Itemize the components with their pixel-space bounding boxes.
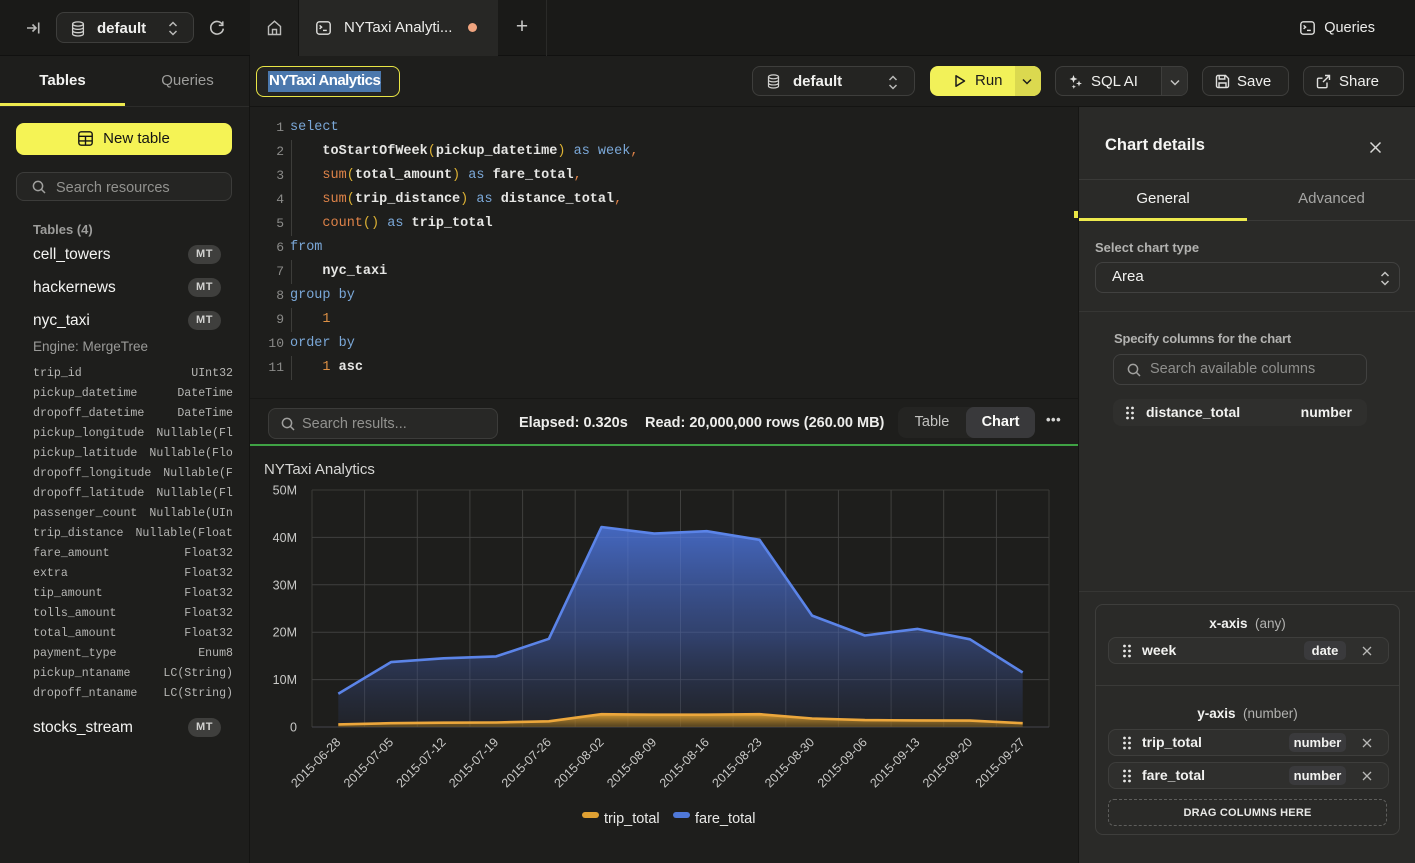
svg-text:20M: 20M	[273, 626, 297, 640]
svg-text:2015-09-20: 2015-09-20	[920, 735, 975, 790]
svg-text:0: 0	[290, 721, 297, 735]
svg-text:40M: 40M	[273, 531, 297, 545]
svg-text:2015-07-05: 2015-07-05	[341, 735, 396, 790]
svg-text:2015-08-02: 2015-08-02	[552, 735, 607, 790]
svg-text:trip_total: trip_total	[604, 811, 660, 827]
svg-text:2015-09-06: 2015-09-06	[815, 735, 870, 790]
svg-text:2015-06-28: 2015-06-28	[288, 735, 343, 790]
svg-text:NYTaxi Analytics: NYTaxi Analytics	[264, 461, 375, 478]
svg-text:30M: 30M	[273, 578, 297, 592]
svg-text:2015-09-13: 2015-09-13	[867, 735, 922, 790]
svg-text:2015-07-12: 2015-07-12	[394, 735, 449, 790]
svg-text:2015-08-16: 2015-08-16	[657, 735, 712, 790]
svg-text:2015-07-19: 2015-07-19	[446, 735, 501, 790]
svg-text:10M: 10M	[273, 673, 297, 687]
svg-text:2015-08-30: 2015-08-30	[762, 735, 817, 790]
svg-text:50M: 50M	[273, 484, 297, 498]
svg-text:2015-08-09: 2015-08-09	[604, 735, 659, 790]
svg-text:fare_total: fare_total	[695, 811, 755, 827]
svg-text:2015-08-23: 2015-08-23	[710, 735, 765, 790]
svg-text:2015-09-27: 2015-09-27	[973, 735, 1028, 790]
svg-text:2015-07-26: 2015-07-26	[499, 735, 554, 790]
